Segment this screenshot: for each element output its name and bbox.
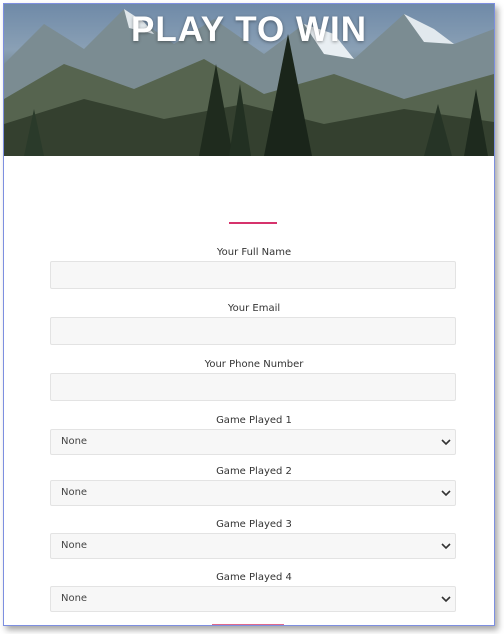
chevron-down-icon	[441, 439, 451, 446]
game-1-select[interactable]: None	[50, 429, 456, 455]
email-input[interactable]	[50, 317, 456, 345]
page-frame: PLAY TO WIN Your Full Name Your Email Yo…	[3, 3, 495, 626]
chevron-down-icon	[441, 596, 451, 603]
game-3-label: Game Played 3	[216, 519, 292, 530]
game-4-value: None	[61, 593, 88, 604]
full-name-label: Your Full Name	[216, 247, 292, 258]
game-2-label: Game Played 2	[216, 466, 292, 477]
hero-title: PLAY TO WIN	[131, 10, 367, 49]
game-3-value: None	[61, 540, 88, 551]
phone-label: Your Phone Number	[204, 359, 304, 370]
game-4-select[interactable]: None	[50, 586, 456, 612]
hero-banner: PLAY TO WIN	[4, 4, 494, 156]
chevron-down-icon	[441, 543, 451, 550]
full-name-input[interactable]	[50, 261, 456, 289]
email-label: Your Email	[227, 303, 281, 314]
game-1-label: Game Played 1	[216, 415, 292, 426]
submit-button-edge[interactable]	[212, 624, 284, 625]
chevron-down-icon	[441, 490, 451, 497]
game-1-value: None	[61, 436, 88, 447]
phone-input[interactable]	[50, 373, 456, 401]
section-accent-line	[229, 222, 277, 224]
game-2-select[interactable]: None	[50, 480, 456, 506]
game-4-label: Game Played 4	[216, 572, 292, 583]
game-3-select[interactable]: None	[50, 533, 456, 559]
game-2-value: None	[61, 487, 88, 498]
